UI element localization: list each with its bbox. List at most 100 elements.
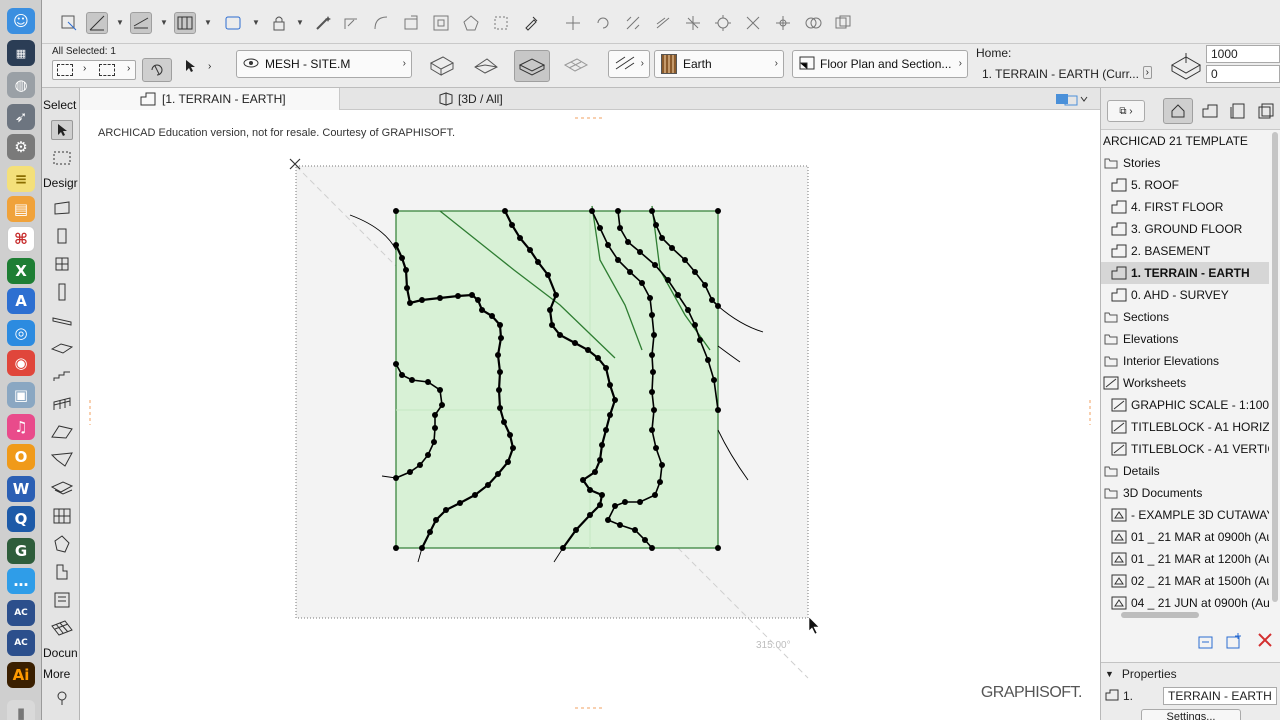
contour-vertex[interactable] [404, 285, 410, 291]
window-tool-icon[interactable] [51, 254, 73, 274]
system-prefs-icon[interactable]: ⚙ [7, 134, 35, 160]
contour-vertex[interactable] [553, 292, 559, 298]
surface-material-field[interactable]: Earth › [654, 50, 784, 78]
contour-vertex[interactable] [485, 482, 491, 488]
slab-tool-icon[interactable] [51, 338, 73, 358]
contour-vertex[interactable] [549, 322, 555, 328]
marquee-tool-icon[interactable] [51, 148, 73, 168]
contour-vertex[interactable] [715, 407, 721, 413]
contour-vertex[interactable] [653, 222, 659, 228]
navigator-item[interactable]: - EXAMPLE 3D CUTAWAY [1101, 504, 1269, 526]
unify-icon[interactable] [802, 12, 824, 34]
group-icon[interactable] [832, 12, 854, 34]
contour-vertex[interactable] [709, 297, 715, 303]
trim-icon[interactable] [340, 12, 362, 34]
rotate-view-icon[interactable] [142, 58, 172, 82]
contour-vertex[interactable] [417, 462, 423, 468]
zone-tool-icon[interactable] [51, 590, 73, 610]
contour-vertex[interactable] [652, 262, 658, 268]
contour-vertex[interactable] [439, 402, 445, 408]
contour-vertex[interactable] [697, 337, 703, 343]
contour-vertex[interactable] [587, 487, 593, 493]
intersect-icon[interactable] [742, 12, 764, 34]
delete-icon[interactable] [1257, 632, 1277, 652]
contour-vertex[interactable] [510, 445, 516, 451]
contour-vertex[interactable] [507, 432, 513, 438]
launchpad-icon[interactable]: ◍ [7, 72, 35, 98]
contour-vertex[interactable] [409, 377, 415, 383]
fillet-icon[interactable] [370, 12, 392, 34]
calculator-icon[interactable]: ▤ [7, 196, 35, 222]
contour-vertex[interactable] [432, 425, 438, 431]
illustrator-icon[interactable]: Ai [7, 662, 35, 688]
snap-guides-icon[interactable] [130, 12, 152, 34]
adjust-icon[interactable] [772, 12, 794, 34]
resize-icon[interactable] [430, 12, 452, 34]
navigator-item[interactable]: 5. ROOF [1101, 174, 1269, 196]
contour-vertex[interactable] [637, 249, 643, 255]
contour-vertex[interactable] [649, 312, 655, 318]
contour-vertex[interactable] [517, 235, 523, 241]
view-map-icon[interactable] [1199, 100, 1221, 122]
contour-vertex[interactable] [403, 267, 409, 273]
contour-vertex[interactable] [617, 522, 623, 528]
contour-vertex[interactable] [599, 442, 605, 448]
navigator-vertical-scrollbar[interactable] [1272, 132, 1278, 602]
archicad-edu-2-icon[interactable]: AC [7, 630, 35, 656]
navigator-item[interactable]: Details [1101, 460, 1269, 482]
contour-vertex[interactable] [469, 292, 475, 298]
contour-vertex[interactable] [393, 242, 399, 248]
marquee-selector[interactable]: › › [52, 60, 136, 80]
tab-floor-plan[interactable]: [1. TERRAIN - EARTH] [80, 88, 340, 110]
geometry-active-icon[interactable] [514, 50, 550, 82]
geometry-mesh-icon[interactable] [562, 52, 590, 80]
railing-tool-icon[interactable] [51, 394, 73, 414]
contour-vertex[interactable] [407, 469, 413, 475]
notes-icon[interactable]: ≡ [7, 166, 35, 192]
mesh-corner-vertex[interactable] [393, 208, 399, 214]
curtain-wall-tool-icon[interactable] [51, 506, 73, 526]
elevation-bottom-input[interactable]: 0 [1206, 65, 1280, 83]
trash-icon[interactable]: ▮ [7, 700, 35, 720]
contour-vertex[interactable] [625, 239, 631, 245]
navigator-item[interactable]: Sections [1101, 306, 1269, 328]
publisher-icon[interactable] [1255, 100, 1277, 122]
monitor-app-icon[interactable]: ▦ [7, 40, 35, 66]
contour-vertex[interactable] [572, 340, 578, 346]
contour-vertex[interactable] [607, 412, 613, 418]
contour-vertex[interactable] [642, 537, 648, 543]
contour-vertex[interactable] [419, 545, 425, 551]
explode-icon[interactable] [712, 12, 734, 34]
view-setting-field[interactable]: Floor Plan and Section... › [792, 50, 968, 78]
skylight-tool-icon[interactable] [51, 478, 73, 498]
finder-icon[interactable]: ☺ [7, 8, 35, 34]
contour-vertex[interactable] [615, 208, 621, 214]
beam-tool-icon[interactable] [51, 310, 73, 330]
rotate-icon[interactable] [592, 12, 614, 34]
contour-vertex[interactable] [585, 347, 591, 353]
contour-vertex[interactable] [475, 297, 481, 303]
guide-line-icon[interactable] [86, 12, 108, 34]
green-app-icon[interactable]: G [7, 538, 35, 564]
itunes-icon[interactable]: ♫ [7, 414, 35, 440]
contour-vertex[interactable] [651, 407, 657, 413]
navigator-item[interactable]: 04 _ 21 JUN at 0900h (Au [1101, 592, 1269, 614]
navigator-item[interactable]: 3D Documents [1101, 482, 1269, 504]
stair-tool-icon[interactable] [51, 366, 73, 386]
contour-vertex[interactable] [605, 242, 611, 248]
excel-icon[interactable]: X [7, 258, 35, 284]
contour-vertex[interactable] [705, 357, 711, 363]
navigator-view-menu-icon[interactable]: ⧉ › [1107, 100, 1145, 122]
multiply-icon[interactable] [682, 12, 704, 34]
new-folder-icon[interactable] [1197, 634, 1217, 652]
navigator-item[interactable]: 0. AHD - SURVEY [1101, 284, 1269, 306]
contour-vertex[interactable] [592, 469, 598, 475]
fill-type-field[interactable]: › [608, 50, 650, 78]
contour-vertex[interactable] [597, 457, 603, 463]
contour-vertex[interactable] [545, 272, 551, 278]
object-tool-icon[interactable] [51, 562, 73, 582]
properties-header[interactable]: ▼ Properties [1105, 667, 1177, 681]
contour-vertex[interactable] [547, 307, 553, 313]
drag-icon[interactable] [562, 12, 584, 34]
pointer-mode-button[interactable]: › [184, 52, 228, 80]
